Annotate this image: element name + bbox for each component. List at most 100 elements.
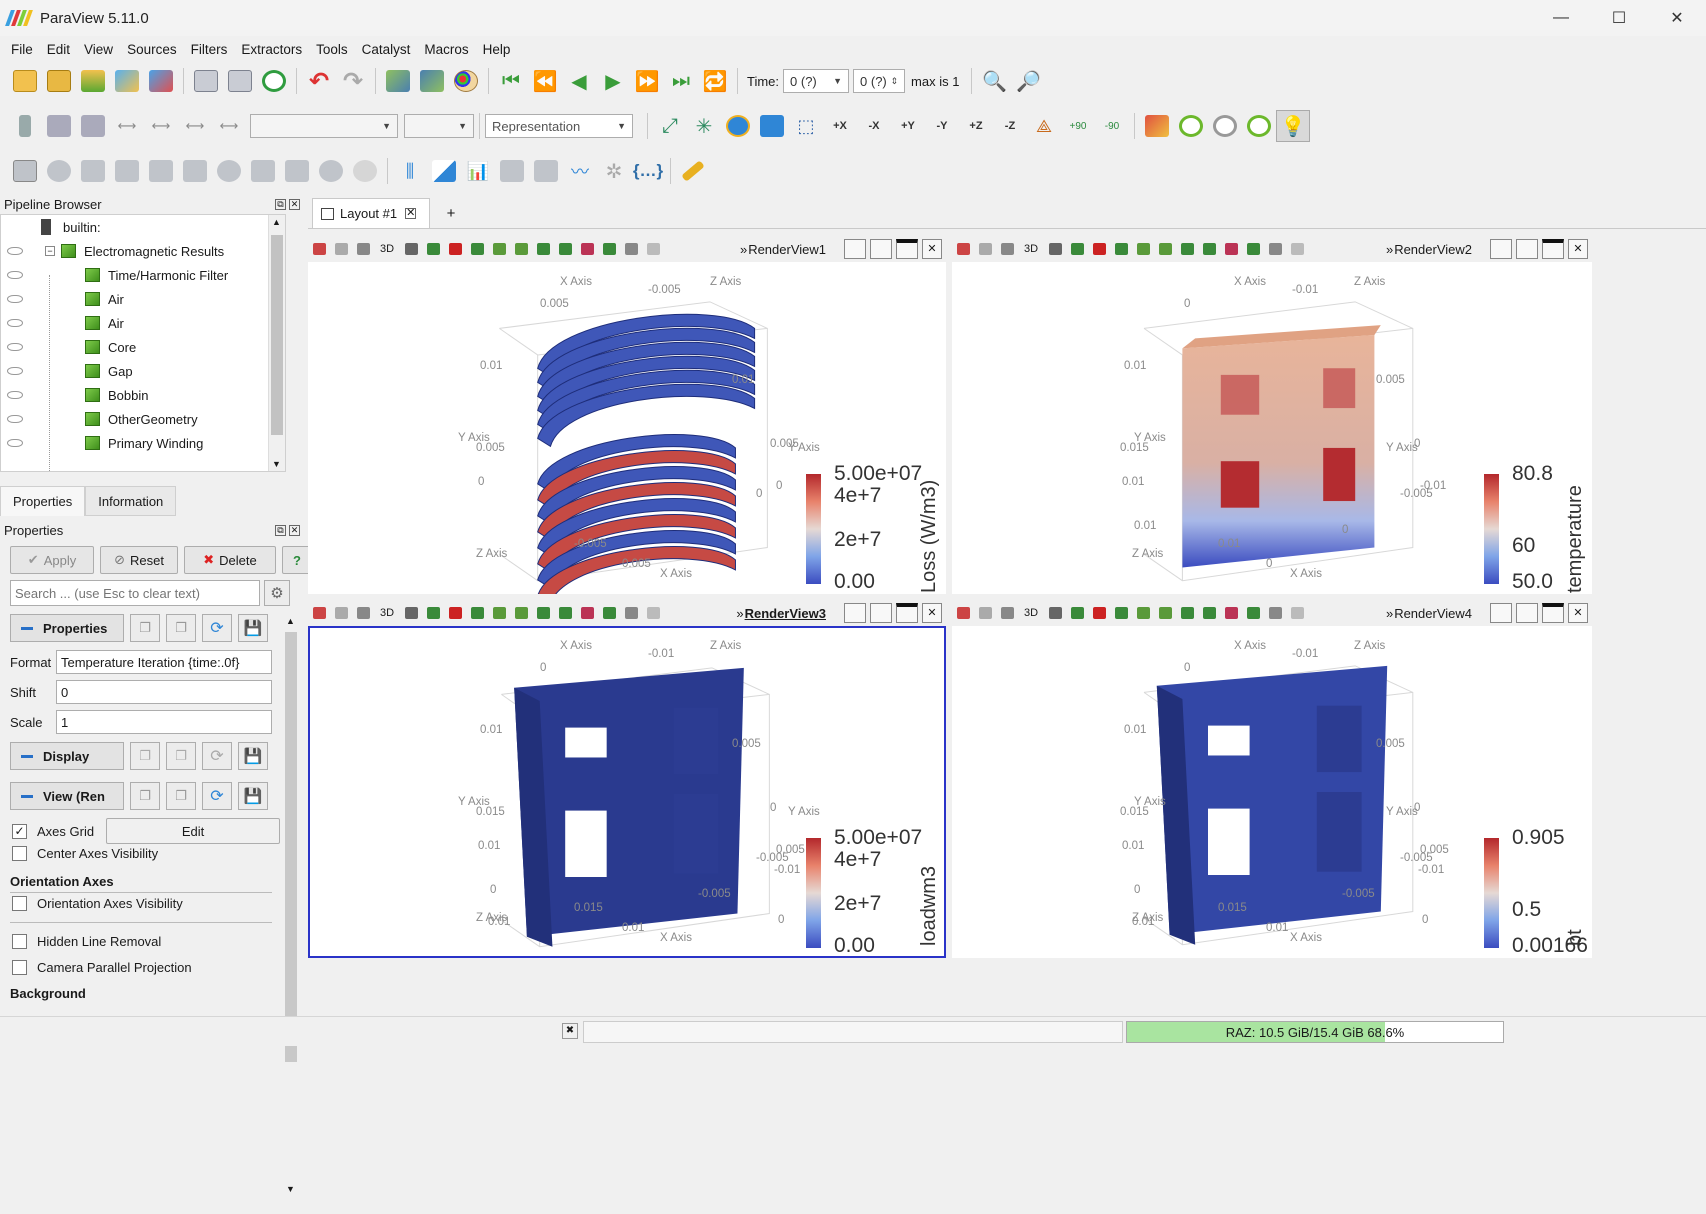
3d-toggle[interactable]: 3D — [374, 603, 400, 623]
delete-button[interactable]: ✖ Delete — [184, 546, 276, 574]
rotate-minus-90-icon[interactable]: -90 — [1095, 110, 1129, 142]
shift-field[interactable]: 0 — [56, 680, 272, 704]
reset-center-icon[interactable] — [1174, 110, 1208, 142]
rescale-icon[interactable] — [76, 110, 110, 142]
view-name[interactable]: RenderView2 — [1394, 242, 1472, 257]
restore-defaults-icon[interactable]: ⟳ — [202, 614, 232, 642]
maximize-view-icon[interactable] — [896, 603, 918, 623]
select-block-icon[interactable] — [466, 239, 488, 259]
view-section-toggle[interactable]: View (Ren — [10, 782, 124, 810]
menu-file[interactable]: File — [4, 42, 40, 57]
zoom-icon[interactable] — [400, 603, 422, 623]
capture-icon[interactable] — [952, 239, 974, 259]
ruler-icon[interactable] — [676, 155, 710, 187]
plot-over-time-icon[interactable]: 〰 — [563, 155, 597, 187]
edit-axes-grid-button[interactable]: Edit — [106, 818, 281, 844]
rescale-visible-icon[interactable]: ⟷ — [178, 110, 212, 142]
close-panel-icon[interactable]: ✕ — [289, 198, 300, 210]
hidden-line-checkbox[interactable] — [12, 934, 27, 949]
plot-data-icon[interactable] — [495, 155, 529, 187]
palette-icon[interactable] — [449, 65, 483, 97]
clear-selection-icon[interactable] — [642, 603, 664, 623]
maximize-view-icon[interactable] — [1542, 603, 1564, 623]
properties-search-input[interactable] — [10, 580, 260, 606]
maximize-view-icon[interactable] — [896, 239, 918, 259]
close-view-icon[interactable]: ✕ — [1568, 239, 1588, 259]
polygon-cells-icon[interactable] — [1176, 239, 1198, 259]
select-cells-icon[interactable] — [1066, 603, 1088, 623]
clear-selection-icon[interactable] — [1286, 239, 1308, 259]
visibility-eye-icon[interactable] — [7, 439, 23, 447]
polygon-points-icon[interactable] — [554, 239, 576, 259]
paste-icon[interactable]: ❐ — [166, 782, 196, 810]
save-defaults-icon[interactable]: 💾 — [238, 782, 268, 810]
array-select[interactable]: ▼ — [250, 114, 398, 138]
grow-selection-icon[interactable] — [1264, 239, 1286, 259]
rescale-custom-icon[interactable]: ⟷ — [110, 110, 144, 142]
view-name[interactable]: RenderView4 — [1394, 606, 1472, 621]
3d-toggle[interactable]: 3D — [1018, 239, 1044, 259]
restore-defaults-icon[interactable]: ⟳ — [202, 742, 232, 770]
split-vertical-icon[interactable] — [1516, 603, 1538, 623]
close-panel-icon[interactable]: ✕ — [289, 524, 300, 536]
auto-apply-icon[interactable] — [257, 65, 291, 97]
previous-frame-icon[interactable]: ⏪ — [528, 65, 562, 97]
tree-item[interactable]: Air — [1, 287, 269, 311]
menu-edit[interactable]: Edit — [40, 42, 77, 57]
polygon-points-icon[interactable] — [1198, 239, 1220, 259]
render-view[interactable]: 3D» RenderView4 ✕ 0.905 0.5 0.00166 bt X Axis Y … — [952, 600, 1592, 958]
copy-icon[interactable]: ❐ — [130, 742, 160, 770]
first-frame-icon[interactable]: ⏮ — [494, 65, 528, 97]
color-legend-icon[interactable] — [8, 110, 42, 142]
menu-sources[interactable]: Sources — [120, 42, 184, 57]
save-state-icon[interactable] — [189, 65, 223, 97]
screenshot-icon[interactable] — [352, 239, 374, 259]
visibility-eye-icon[interactable] — [7, 415, 23, 423]
tree-scrollbar[interactable]: ▲ ▼ — [268, 215, 285, 471]
undock-icon[interactable]: ⧉ — [275, 198, 286, 210]
copy-icon[interactable]: ❐ — [130, 782, 160, 810]
camera-link-icon[interactable] — [330, 239, 352, 259]
screenshot-icon[interactable] — [352, 603, 374, 623]
copy-icon[interactable]: ❐ — [130, 614, 160, 642]
camera-link-icon[interactable] — [974, 603, 996, 623]
split-vertical-icon[interactable] — [870, 239, 892, 259]
visibility-eye-icon[interactable] — [7, 319, 23, 327]
view-name[interactable]: RenderView1 — [748, 242, 826, 257]
screenshot-icon[interactable] — [996, 603, 1018, 623]
hover-points-icon[interactable] — [1242, 603, 1264, 623]
view-minus-z-icon[interactable]: -Z — [993, 110, 1027, 142]
view-minus-x-icon[interactable]: -X — [857, 110, 891, 142]
polygon-cells-icon[interactable] — [1176, 603, 1198, 623]
tab-properties[interactable]: Properties — [0, 486, 86, 516]
render-view[interactable]: 3D » RenderView1 ✕ 5.00e+07 4e+7 2e+7 0.00 Loss … — [308, 236, 946, 605]
zoom-closest-icon[interactable] — [755, 110, 789, 142]
undock-icon[interactable]: ⧉ — [275, 524, 286, 536]
zoom-data-icon[interactable]: 🔎 — [1011, 65, 1045, 97]
disconnect-icon[interactable] — [144, 65, 178, 97]
close-tab-icon[interactable]: ✕ — [405, 208, 417, 219]
3d-toggle[interactable]: 3D — [374, 239, 400, 259]
hover-points-icon[interactable] — [598, 239, 620, 259]
apply-button[interactable]: ✔ Apply — [10, 546, 94, 574]
gear-icon[interactable]: ⚙ — [264, 580, 290, 606]
histogram-icon[interactable]: 📊 — [461, 155, 495, 187]
zoom-icon[interactable] — [1044, 239, 1066, 259]
next-frame-icon[interactable]: ⏩ — [630, 65, 664, 97]
extract-cells-icon[interactable]: ✲ — [597, 155, 631, 187]
display-section-toggle[interactable]: Display — [10, 742, 124, 770]
glyph-icon[interactable] — [212, 155, 246, 187]
component-select[interactable]: ▼ — [404, 114, 474, 138]
clear-selection-icon[interactable] — [1286, 603, 1308, 623]
frustum-points-icon[interactable] — [1154, 239, 1176, 259]
close-button[interactable]: ✕ — [1648, 0, 1706, 36]
scroll-up-icon[interactable]: ▲ — [286, 616, 295, 626]
render-view[interactable]: 3D » RenderView3 ✕ 5.00e+07 4e+7 2e+7 0.00 loadw… — [308, 600, 946, 958]
interactive-select-icon[interactable] — [1220, 239, 1242, 259]
properties-scrollbar[interactable]: ▲ ▼ — [284, 614, 298, 1214]
format-field[interactable]: Temperature Iteration {time:.0f} — [56, 650, 272, 674]
grow-selection-icon[interactable] — [620, 239, 642, 259]
rotate-plus-90-icon[interactable]: +90 — [1061, 110, 1095, 142]
visibility-eye-icon[interactable] — [7, 271, 23, 279]
pipeline-tree[interactable]: builtin: − Electromagnetic Results Time/Ha… — [0, 214, 286, 472]
